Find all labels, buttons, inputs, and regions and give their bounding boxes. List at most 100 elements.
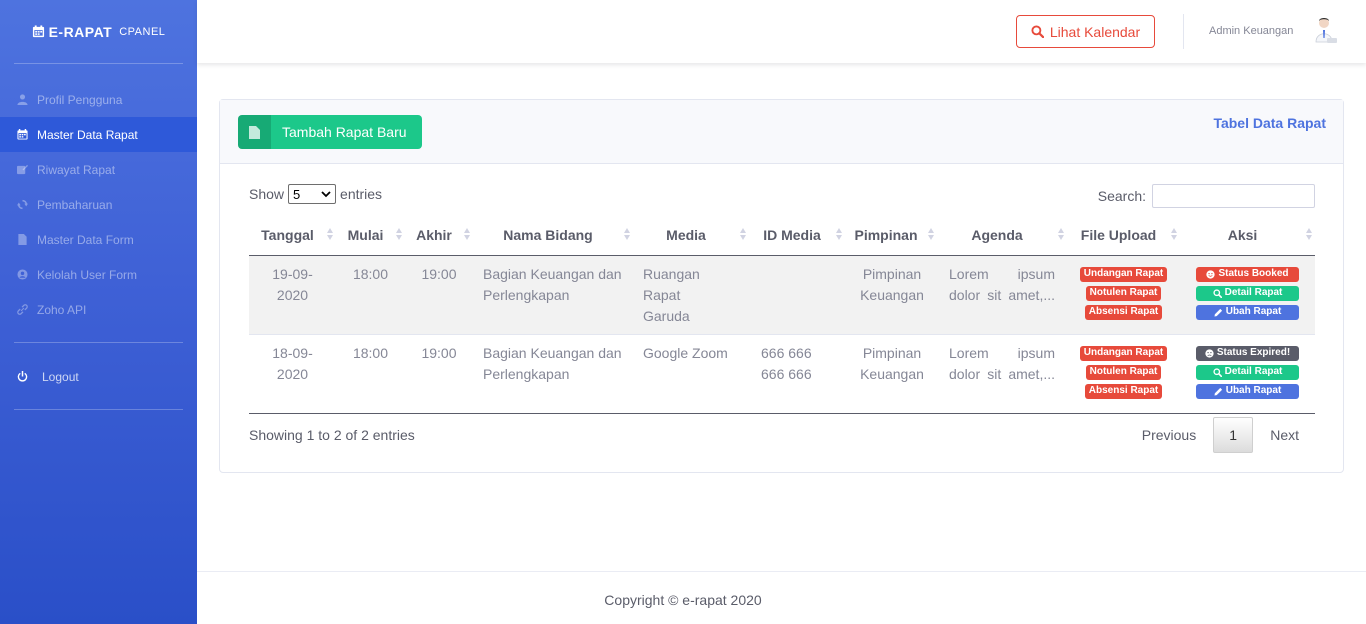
action-badges: Status Booked Detail Rapat Ubah Rapat [1180, 264, 1315, 320]
link-icon [17, 304, 28, 315]
brand-subtitle: CPANEL [119, 25, 166, 38]
sidebar-nav: Profil Pengguna Master Data Rapat Riwaya… [0, 64, 197, 327]
cell-aksi: Status Expired! Detail Rapat Ubah Rapat [1180, 334, 1315, 414]
pen-icon [1214, 387, 1222, 396]
sidebar-item-label: Zoho API [37, 302, 87, 317]
cell-nama-bidang: Bagian Keuangan dan Perlengkapan [473, 255, 633, 335]
column-header-agenda[interactable]: Agenda [937, 215, 1067, 256]
cell-file-upload: Undangan Rapat Notulen Rapat Absensi Rap… [1067, 255, 1180, 335]
cell-nama-bidang: Bagian Keuangan dan Perlengkapan [473, 334, 633, 414]
column-header-akhir[interactable]: Akhir [405, 215, 473, 256]
next-button[interactable]: Next [1253, 427, 1315, 443]
search-label: Search: [1097, 188, 1146, 204]
undangan-rapat-badge[interactable]: Undangan Rapat [1079, 266, 1168, 282]
sort-icon [396, 228, 402, 240]
column-header-media[interactable]: Media [633, 215, 749, 256]
cell-mulai: 18:00 [336, 255, 405, 335]
power-icon [17, 371, 28, 382]
sort-icon [624, 228, 630, 240]
file-badges: Undangan Rapat Notulen Rapat Absensi Rap… [1067, 343, 1180, 399]
logout-label: Logout [42, 369, 79, 384]
brand[interactable]: E-RAPAT CPANEL [0, 0, 197, 63]
column-header-id-media[interactable]: ID Media [749, 215, 845, 256]
column-header-nama-bidang[interactable]: Nama Bidang [473, 215, 633, 256]
table-row: 18-09- 2020 18:00 19:00 Bagian Keuangan d… [249, 334, 1315, 414]
column-header-tanggal[interactable]: Tanggal [249, 215, 336, 256]
sort-icon [836, 228, 842, 240]
cell-agenda: Lorem ipsum dolor sit amet,... [937, 255, 1067, 335]
pen-icon [1214, 308, 1222, 317]
sidebar-item-master-data-form[interactable]: Master Data Form [0, 222, 197, 257]
calendar-button-label: Lihat Kalendar [1049, 23, 1141, 40]
chevron-down-icon [321, 191, 331, 198]
cell-mulai: 18:00 [336, 334, 405, 414]
ubah-rapat-button[interactable]: Ubah Rapat [1196, 383, 1299, 399]
file-badges: Undangan Rapat Notulen Rapat Absensi Rap… [1067, 264, 1180, 320]
status-badge[interactable]: Status Expired! [1196, 345, 1299, 361]
avatar[interactable] [1311, 16, 1339, 46]
sidebar-item-label: Master Data Form [37, 232, 134, 247]
edit-icon [17, 164, 28, 175]
sort-icon [928, 228, 934, 240]
cell-pimpinan: Pimpinan Keuangan [845, 334, 937, 414]
previous-button[interactable]: Previous [1125, 427, 1213, 443]
table-search: Search: [1098, 184, 1315, 208]
entries-value: 5 [293, 186, 301, 202]
sidebar-item-pembaharuan[interactable]: Pembaharuan [0, 187, 197, 222]
column-header-mulai[interactable]: Mulai [336, 215, 405, 256]
sidebar-item-profil-pengguna[interactable]: Profil Pengguna [0, 82, 197, 117]
detail-rapat-button[interactable]: Detail Rapat [1196, 364, 1299, 380]
entries-label: entries [340, 186, 383, 202]
status-badge[interactable]: Status Booked [1196, 266, 1299, 282]
show-label: Show [249, 186, 285, 202]
table-row: 19-09- 2020 18:00 19:00 Bagian Keuangan d… [249, 255, 1315, 335]
calendar-icon [32, 25, 44, 38]
calendar-button[interactable]: Lihat Kalendar [1016, 15, 1155, 48]
search-input[interactable] [1152, 184, 1315, 208]
meetings-card: Tambah Rapat Baru Tabel Data Rapat Show … [219, 99, 1344, 473]
entries-length: Show 5 entries [249, 184, 382, 204]
topbar-divider [1183, 14, 1184, 49]
detail-rapat-button[interactable]: Detail Rapat [1196, 285, 1299, 301]
column-header-file-upload[interactable]: File Upload [1067, 215, 1180, 256]
add-meeting-label: Tambah Rapat Baru [282, 124, 407, 140]
footer: Copyright © e-rapat 2020 [197, 571, 1366, 624]
cell-tanggal: 19-09- 2020 [249, 255, 336, 335]
sidebar-item-kelolah-user-form[interactable]: Kelolah User Form [0, 257, 197, 292]
cell-id-media [749, 255, 845, 335]
sort-icon [1058, 228, 1064, 240]
meetings-table: Tanggal Mulai Akhir Nama Bidang Media ID… [249, 215, 1315, 414]
search-icon [1212, 288, 1222, 298]
entries-select[interactable]: 5 [288, 184, 337, 204]
notulen-rapat-badge[interactable]: Notulen Rapat [1085, 364, 1162, 380]
sort-icon [740, 228, 746, 240]
add-meeting-button[interactable]: Tambah Rapat Baru [238, 115, 422, 149]
copyright-text: Copyright © e-rapat 2020 [604, 592, 762, 608]
column-header-aksi[interactable]: Aksi [1180, 215, 1315, 256]
page-1-button[interactable]: 1 [1213, 417, 1254, 453]
absensi-rapat-badge[interactable]: Absensi Rapat [1084, 383, 1163, 399]
cell-file-upload: Undangan Rapat Notulen Rapat Absensi Rap… [1067, 334, 1180, 414]
username[interactable]: Admin Keuangan [1209, 25, 1293, 37]
cell-media: Ruangan Rapat Garuda [633, 255, 749, 335]
topbar: Lihat Kalendar Admin Keuangan [197, 0, 1366, 63]
sidebar-item-zoho-api[interactable]: Zoho API [0, 292, 197, 327]
calendar-icon [17, 129, 28, 140]
cell-agenda: Lorem ipsum dolor sit amet,... [937, 334, 1067, 414]
sidebar-item-riwayat-rapat[interactable]: Riwayat Rapat [0, 152, 197, 187]
sidebar-item-master-data-rapat[interactable]: Master Data Rapat [0, 117, 197, 152]
smile-icon [1206, 269, 1216, 279]
ubah-rapat-button[interactable]: Ubah Rapat [1196, 304, 1299, 320]
notulen-rapat-badge[interactable]: Notulen Rapat [1085, 285, 1162, 301]
undangan-rapat-badge[interactable]: Undangan Rapat [1079, 345, 1168, 361]
sidebar-item-label: Profil Pengguna [37, 92, 123, 107]
pagination: Previous 1 Next [1125, 417, 1315, 453]
sort-icon [464, 228, 470, 240]
file-icon [238, 115, 271, 149]
sort-icon [327, 228, 333, 240]
logout-button[interactable]: Logout [0, 359, 197, 394]
column-header-pimpinan[interactable]: Pimpinan [845, 215, 937, 256]
user-icon [17, 94, 28, 105]
sidebar-divider [14, 409, 183, 410]
absensi-rapat-badge[interactable]: Absensi Rapat [1084, 304, 1163, 320]
